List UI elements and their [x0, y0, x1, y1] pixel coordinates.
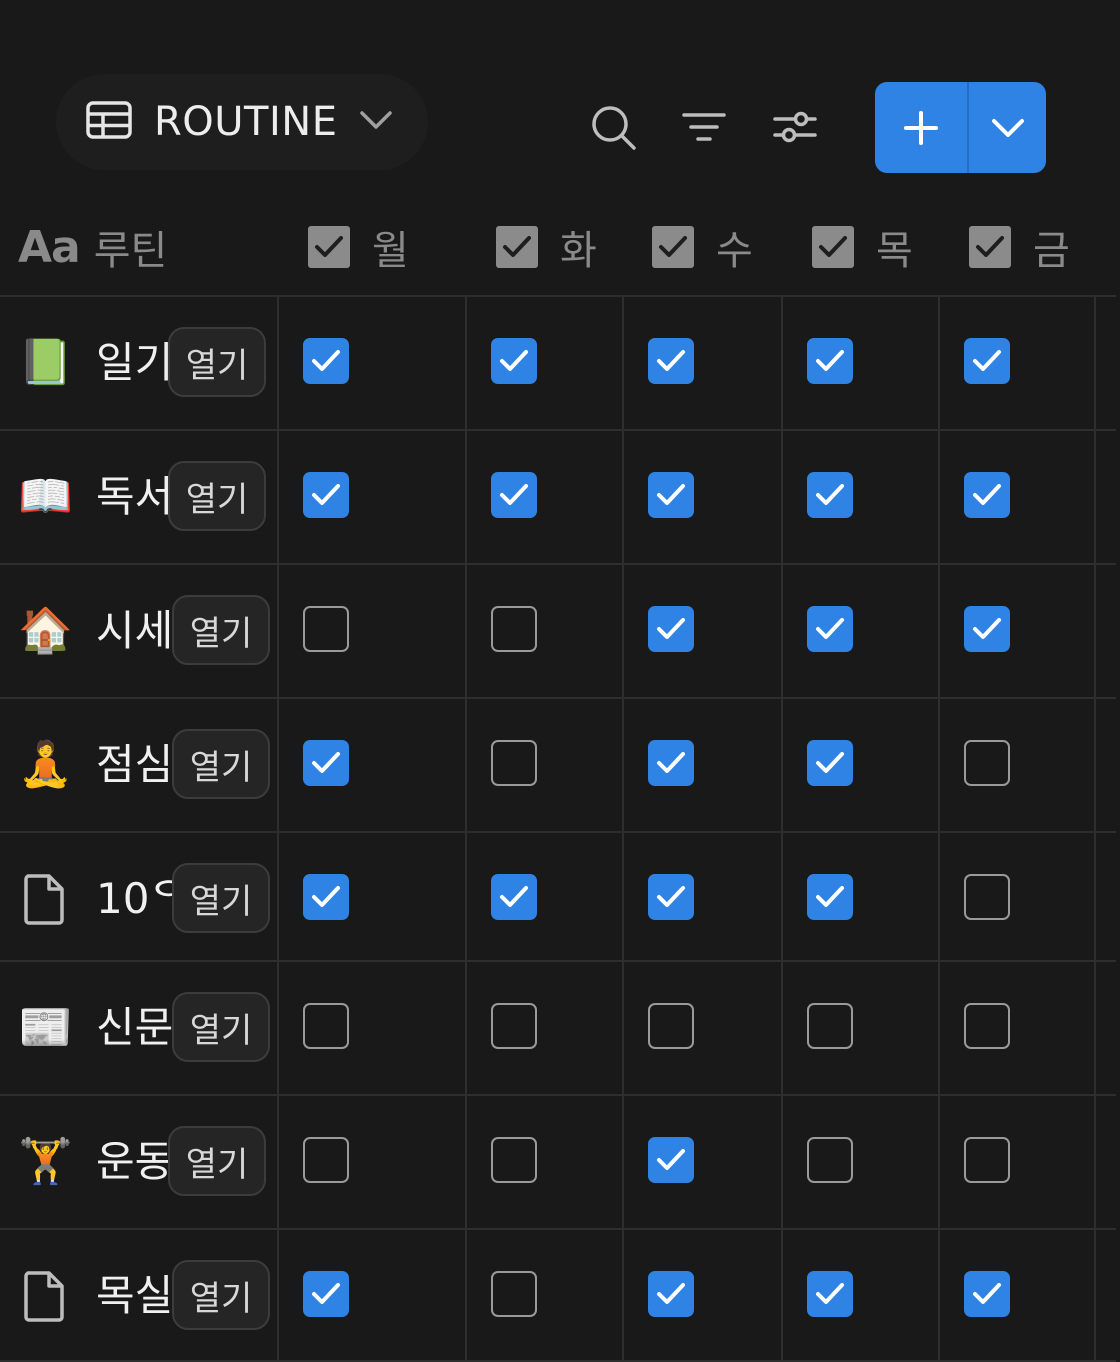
checkbox-unchecked[interactable]	[964, 1003, 1010, 1049]
row-emoji-icon: 🏠	[18, 605, 73, 656]
column-day-label: 금	[1033, 228, 1070, 274]
table-row[interactable]: 목실 열기	[0, 1230, 1116, 1362]
checkbox-type-icon	[969, 226, 1011, 268]
checkbox-unchecked[interactable]	[807, 1003, 853, 1049]
checkbox-checked[interactable]	[648, 1137, 694, 1183]
checkbox-unchecked[interactable]	[303, 606, 349, 652]
checkbox-checked[interactable]	[491, 472, 537, 518]
page-icon	[18, 1270, 70, 1322]
checkbox-unchecked[interactable]	[807, 1137, 853, 1183]
open-button[interactable]: 열기	[172, 1260, 270, 1330]
checkbox-unchecked[interactable]	[964, 1137, 1010, 1183]
table-row[interactable]: 🧘 점심 열기	[0, 699, 1116, 833]
column-header-day[interactable]: 목	[812, 218, 913, 276]
checkbox-unchecked[interactable]	[491, 1003, 537, 1049]
checkbox-checked[interactable]	[648, 1271, 694, 1317]
chevron-down-icon	[359, 110, 393, 134]
column-header-day[interactable]: 월	[308, 218, 409, 276]
column-header-day[interactable]: 화	[496, 218, 597, 276]
row-emoji-icon: 🧘	[18, 739, 73, 790]
checkbox-unchecked[interactable]	[964, 740, 1010, 786]
row-emoji-icon: 🏋️	[18, 1136, 73, 1187]
checkbox-checked[interactable]	[491, 338, 537, 384]
checkbox-checked[interactable]	[491, 874, 537, 920]
checkbox-unchecked[interactable]	[491, 740, 537, 786]
checkbox-checked[interactable]	[964, 338, 1010, 384]
table-icon	[86, 101, 132, 143]
checkbox-checked[interactable]	[648, 472, 694, 518]
checkbox-unchecked[interactable]	[491, 1137, 537, 1183]
table-row[interactable]: 📗 일기 열기	[0, 297, 1116, 431]
checkbox-unchecked[interactable]	[491, 606, 537, 652]
checkbox-unchecked[interactable]	[303, 1003, 349, 1049]
column-day-label: 수	[716, 228, 753, 274]
column-header-day[interactable]: 수	[652, 218, 753, 276]
checkbox-checked[interactable]	[807, 606, 853, 652]
checkbox-type-icon	[308, 226, 350, 268]
checkbox-checked[interactable]	[648, 338, 694, 384]
open-button[interactable]: 열기	[172, 595, 270, 665]
checkbox-checked[interactable]	[964, 606, 1010, 652]
row-emoji-icon: 📗	[18, 337, 73, 388]
checkbox-checked[interactable]	[648, 740, 694, 786]
open-button[interactable]: 열기	[172, 992, 270, 1062]
view-selector[interactable]: ROUTINE	[56, 74, 428, 170]
checkbox-type-icon	[496, 226, 538, 268]
checkbox-unchecked[interactable]	[648, 1003, 694, 1049]
checkbox-checked[interactable]	[648, 606, 694, 652]
checkbox-checked[interactable]	[807, 1271, 853, 1317]
checkbox-checked[interactable]	[303, 338, 349, 384]
checkbox-checked[interactable]	[303, 472, 349, 518]
table-row[interactable]: 📰 신문 열기	[0, 962, 1116, 1096]
plus-icon	[904, 110, 938, 145]
new-button-group	[875, 82, 1046, 173]
checkbox-checked[interactable]	[303, 740, 349, 786]
checkbox-checked[interactable]	[964, 472, 1010, 518]
column-day-label: 화	[560, 228, 597, 274]
column-header-day[interactable]: 금	[969, 218, 1070, 276]
column-header-title[interactable]: Aa 루틴	[18, 218, 167, 276]
filter-icon[interactable]	[677, 100, 731, 154]
checkbox-type-icon	[652, 226, 694, 268]
open-button[interactable]: 열기	[168, 327, 266, 397]
text-type-icon: Aa	[18, 221, 81, 273]
checkbox-checked[interactable]	[807, 338, 853, 384]
checkbox-checked[interactable]	[303, 1271, 349, 1317]
table-row[interactable]: 10ᄋ 열기	[0, 833, 1116, 962]
checkbox-checked[interactable]	[303, 874, 349, 920]
page-icon	[18, 873, 70, 925]
chevron-down-icon	[991, 118, 1024, 137]
table-row[interactable]: 🏋️ 운동 열기	[0, 1096, 1116, 1230]
column-day-label: 월	[372, 228, 409, 274]
settings-sliders-icon[interactable]	[768, 100, 822, 154]
column-day-label: 목	[876, 228, 913, 274]
checkbox-unchecked[interactable]	[491, 1271, 537, 1317]
checkbox-unchecked[interactable]	[964, 874, 1010, 920]
checkbox-checked[interactable]	[807, 740, 853, 786]
new-options-button[interactable]	[969, 82, 1046, 173]
checkbox-checked[interactable]	[648, 874, 694, 920]
checkbox-checked[interactable]	[964, 1271, 1010, 1317]
open-button[interactable]: 열기	[172, 729, 270, 799]
checkbox-checked[interactable]	[807, 874, 853, 920]
checkbox-checked[interactable]	[807, 472, 853, 518]
table-row[interactable]: 📖 독서 열기	[0, 431, 1116, 565]
view-name: ROUTINE	[154, 99, 338, 145]
table-row[interactable]: 🏠 시세 열기	[0, 565, 1116, 699]
row-emoji-icon: 📰	[18, 1002, 73, 1053]
checkbox-unchecked[interactable]	[303, 1137, 349, 1183]
row-emoji-icon: 📖	[18, 471, 73, 522]
open-button[interactable]: 열기	[172, 863, 270, 933]
checkbox-type-icon	[812, 226, 854, 268]
open-button[interactable]: 열기	[168, 461, 266, 531]
open-button[interactable]: 열기	[168, 1126, 266, 1196]
search-icon[interactable]	[586, 100, 640, 154]
new-button[interactable]	[875, 82, 967, 173]
column-title-label: 루틴	[93, 228, 168, 274]
